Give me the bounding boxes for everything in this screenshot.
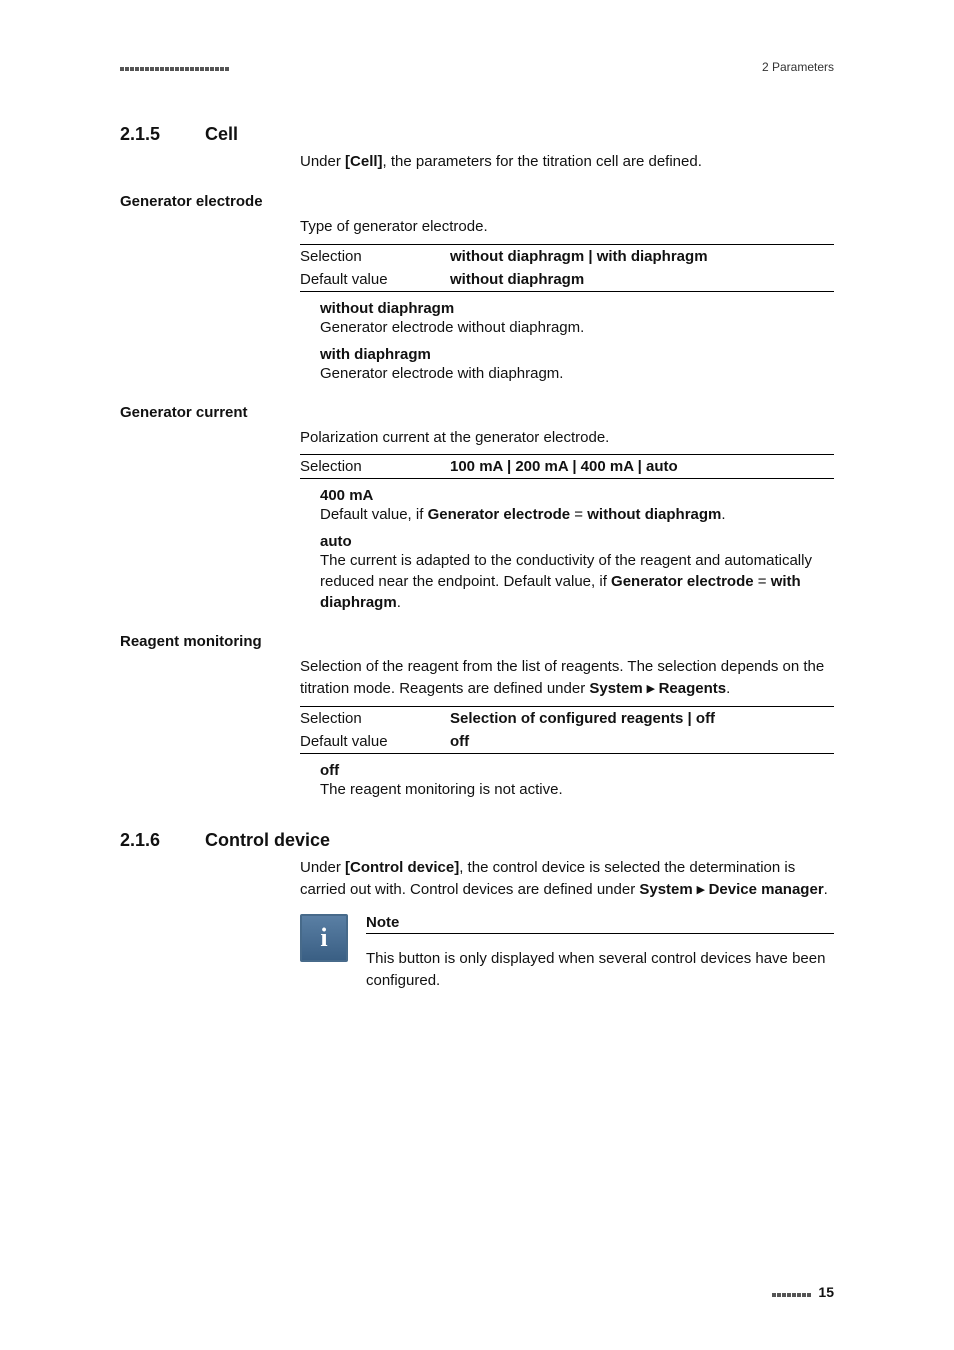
info-icon: i xyxy=(300,914,348,962)
page-header: 2 Parameters xyxy=(120,60,834,74)
section-intro: Under [Cell], the parameters for the tit… xyxy=(300,151,834,173)
intro-bold: [Cell] xyxy=(345,153,383,170)
section-heading: 2.1.5 Cell xyxy=(120,124,834,145)
param-lead: Type of generator electrode. xyxy=(300,216,834,238)
row-value: without diaphragm | with diaphragm xyxy=(450,248,708,265)
param-lead: Selection of the reagent from the list o… xyxy=(300,656,834,700)
param-heading-generator-electrode: Generator electrode xyxy=(120,193,834,210)
param-table: Selection without diaphragm | with diaph… xyxy=(300,244,834,292)
table-row: Selection without diaphragm | with diaph… xyxy=(300,244,834,268)
page-footer: 15 xyxy=(772,1284,834,1300)
section-number: 2.1.5 xyxy=(120,124,205,145)
section-heading: 2.1.6 Control device xyxy=(120,830,834,851)
def-term: with diaphragm xyxy=(320,346,834,363)
row-label: Default value xyxy=(300,268,450,292)
row-value: without diaphragm xyxy=(450,271,584,288)
definition: auto The current is adapted to the condu… xyxy=(320,533,834,613)
def-term: off xyxy=(320,762,834,779)
definition: with diaphragm Generator electrode with … xyxy=(320,346,834,384)
row-label: Default value xyxy=(300,730,450,754)
definition: without diaphragm Generator electrode wi… xyxy=(320,300,834,338)
footer-dashes xyxy=(772,1284,812,1300)
def-desc: Generator electrode without diaphragm. xyxy=(320,317,834,338)
definition: off The reagent monitoring is not active… xyxy=(320,762,834,800)
header-section-label: 2 Parameters xyxy=(762,60,834,74)
section-title: Control device xyxy=(205,830,330,851)
row-label: Selection xyxy=(300,244,450,268)
param-table: Selection 100 mA | 200 mA | 400 mA | aut… xyxy=(300,454,834,479)
table-row: Selection 100 mA | 200 mA | 400 mA | aut… xyxy=(300,455,834,479)
section-number: 2.1.6 xyxy=(120,830,205,851)
def-desc: The reagent monitoring is not active. xyxy=(320,779,834,800)
param-heading-generator-current: Generator current xyxy=(120,404,834,421)
row-label: Selection xyxy=(300,706,450,730)
def-term: without diaphragm xyxy=(320,300,834,317)
info-glyph: i xyxy=(320,923,327,953)
row-label: Selection xyxy=(300,455,450,479)
param-table: Selection Selection of configured reagen… xyxy=(300,706,834,754)
def-desc: The current is adapted to the conductivi… xyxy=(320,550,834,613)
section-intro: Under [Control device], the control devi… xyxy=(300,857,834,901)
definition: 400 mA Default value, if Generator elect… xyxy=(320,487,834,525)
row-value: 100 mA | 200 mA | 400 mA | auto xyxy=(450,458,678,475)
def-desc: Generator electrode with diaphragm. xyxy=(320,363,834,384)
def-term: 400 mA xyxy=(320,487,834,504)
table-row: Selection Selection of configured reagen… xyxy=(300,706,834,730)
table-row: Default value off xyxy=(300,730,834,754)
param-lead: Polarization current at the generator el… xyxy=(300,427,834,449)
def-term: auto xyxy=(320,533,834,550)
row-value: off xyxy=(450,733,469,750)
section-title: Cell xyxy=(205,124,238,145)
page-number: 15 xyxy=(818,1284,834,1300)
param-heading-reagent-monitoring: Reagent monitoring xyxy=(120,633,834,650)
row-value: Selection of configured reagents | off xyxy=(450,710,715,727)
def-desc: Default value, if Generator electrode = … xyxy=(320,504,834,525)
note-block: i Note This button is only displayed whe… xyxy=(300,914,834,998)
note-body: This button is only displayed when sever… xyxy=(366,948,834,992)
header-dashes xyxy=(120,60,230,74)
table-row: Default value without diaphragm xyxy=(300,268,834,292)
note-title: Note xyxy=(366,914,834,934)
